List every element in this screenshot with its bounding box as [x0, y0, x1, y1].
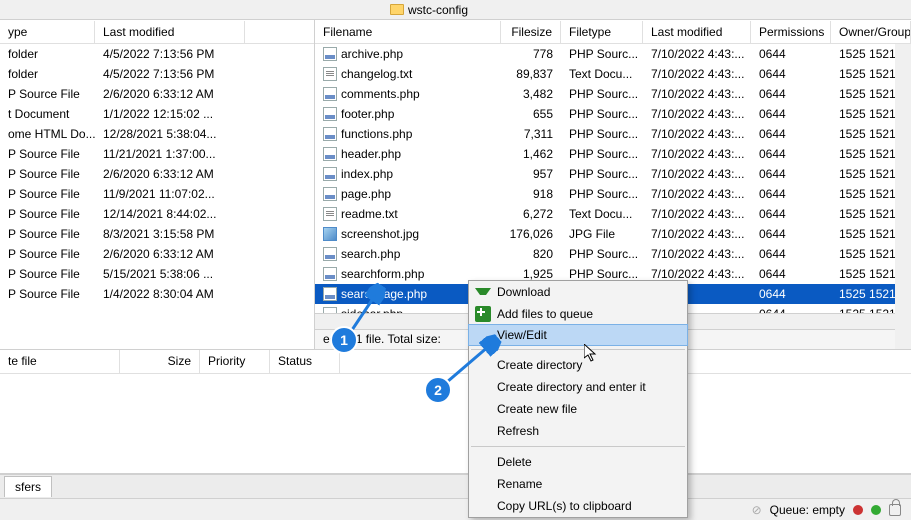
file-icon — [323, 127, 337, 141]
list-item[interactable]: ome HTML Do...12/28/2021 5:38:04... — [0, 124, 314, 144]
list-item[interactable]: P Source File12/14/2021 8:44:02... — [0, 204, 314, 224]
menu-delete[interactable]: Delete — [469, 451, 687, 473]
local-rows[interactable]: folder4/5/2022 7:13:56 PMfolder4/5/2022 … — [0, 44, 314, 349]
file-icon — [323, 287, 337, 301]
queue-status: Queue: empty — [770, 503, 845, 517]
file-icon — [323, 87, 337, 101]
file-icon — [323, 267, 337, 281]
list-item[interactable]: P Source File2/6/2020 6:33:12 AM — [0, 244, 314, 264]
col-last-modified[interactable]: Last modified — [643, 21, 751, 43]
table-row[interactable]: changelog.txt89,837Text Docu...7/10/2022… — [315, 64, 911, 84]
list-item[interactable]: folder4/5/2022 7:13:56 PM — [0, 64, 314, 84]
status-dot-red — [853, 505, 863, 515]
menu-refresh[interactable]: Refresh — [469, 420, 687, 442]
col-permissions[interactable]: Permissions — [751, 21, 831, 43]
col-type[interactable]: ype — [0, 21, 95, 43]
file-icon — [323, 167, 337, 181]
local-file-pane: ype Last modified folder4/5/2022 7:13:56… — [0, 20, 315, 349]
menu-separator — [471, 446, 685, 447]
remote-column-headers[interactable]: Filename Filesize Filetype Last modified… — [315, 20, 911, 44]
table-row[interactable]: index.php957PHP Sourc...7/10/2022 4:43:.… — [315, 164, 911, 184]
table-row[interactable]: readme.txt6,272Text Docu...7/10/2022 4:4… — [315, 204, 911, 224]
col-filesize[interactable]: Filesize — [501, 21, 561, 43]
context-menu: Download Add files to queue View/Edit Cr… — [468, 280, 688, 518]
table-row[interactable]: archive.php778PHP Sourc...7/10/2022 4:43… — [315, 44, 911, 64]
add-icon — [475, 306, 491, 322]
lock-icon — [889, 504, 901, 516]
folder-icon — [390, 4, 404, 15]
local-column-headers[interactable]: ype Last modified — [0, 20, 314, 44]
file-icon — [323, 147, 337, 161]
list-item[interactable]: P Source File2/6/2020 6:33:12 AM — [0, 164, 314, 184]
tab-transfers[interactable]: sfers — [4, 476, 52, 497]
list-item[interactable]: P Source File2/6/2020 6:33:12 AM — [0, 84, 314, 104]
table-row[interactable]: header.php1,462PHP Sourc...7/10/2022 4:4… — [315, 144, 911, 164]
list-item[interactable]: folder4/5/2022 7:13:56 PM — [0, 44, 314, 64]
menu-view-edit[interactable]: View/Edit — [468, 324, 688, 346]
menu-download[interactable]: Download — [469, 281, 687, 303]
menu-create-directory-enter[interactable]: Create directory and enter it — [469, 376, 687, 398]
file-icon — [323, 187, 337, 201]
col-status[interactable]: Status — [270, 350, 340, 373]
breadcrumb-label: wstc-config — [408, 3, 468, 17]
menu-create-new-file[interactable]: Create new file — [469, 398, 687, 420]
queue-status-icon: ⊘ — [752, 503, 762, 517]
table-row[interactable]: comments.php3,482PHP Sourc...7/10/2022 4… — [315, 84, 911, 104]
table-row[interactable]: search.php820PHP Sourc...7/10/2022 4:43:… — [315, 244, 911, 264]
menu-rename[interactable]: Rename — [469, 473, 687, 495]
col-filename[interactable]: Filename — [315, 21, 501, 43]
menu-create-directory[interactable]: Create directory — [469, 354, 687, 376]
list-item[interactable]: P Source File1/4/2022 8:30:04 AM — [0, 284, 314, 304]
transfer-queue-pane: te file Size Priority Status — [0, 350, 911, 474]
annotation-1: 1 — [330, 326, 358, 354]
menu-separator — [471, 349, 685, 350]
file-icon — [323, 107, 337, 121]
table-row[interactable]: functions.php7,311PHP Sourc...7/10/2022 … — [315, 124, 911, 144]
queue-headers[interactable]: te file Size Priority Status — [0, 350, 911, 374]
breadcrumb-bar: wstc-config — [0, 0, 911, 20]
file-icon — [323, 207, 337, 221]
download-icon — [475, 288, 491, 304]
file-icon — [323, 67, 337, 81]
file-icon — [323, 227, 337, 241]
bottom-tabs: sfers — [0, 474, 911, 498]
file-icon — [323, 307, 337, 313]
mouse-cursor — [584, 344, 600, 364]
statusbar: ⊘ Queue: empty — [0, 498, 911, 520]
col-priority[interactable]: Priority — [200, 350, 270, 373]
list-item[interactable]: P Source File8/3/2021 3:15:58 PM — [0, 224, 314, 244]
menu-copy-url[interactable]: Copy URL(s) to clipboard — [469, 495, 687, 517]
table-row[interactable]: screenshot.jpg176,026JPG File7/10/2022 4… — [315, 224, 911, 244]
annotation-2: 2 — [424, 376, 452, 404]
list-item[interactable]: P Source File11/9/2021 11:07:02... — [0, 184, 314, 204]
col-remote-file[interactable]: te file — [0, 350, 120, 373]
table-row[interactable]: page.php918PHP Sourc...7/10/2022 4:43:..… — [315, 184, 911, 204]
list-item[interactable]: t Document1/1/2022 12:15:02 ... — [0, 104, 314, 124]
col-owner-group[interactable]: Owner/Group — [831, 21, 911, 43]
remote-rows[interactable]: archive.php778PHP Sourc...7/10/2022 4:43… — [315, 44, 911, 313]
status-dot-green — [871, 505, 881, 515]
file-icon — [323, 47, 337, 61]
file-icon — [323, 247, 337, 261]
vertical-scrollbar[interactable] — [895, 44, 911, 349]
breadcrumb[interactable]: wstc-config — [390, 3, 468, 17]
col-size[interactable]: Size — [120, 350, 200, 373]
list-item[interactable]: P Source File11/21/2021 1:37:00... — [0, 144, 314, 164]
menu-add-to-queue[interactable]: Add files to queue — [469, 303, 687, 325]
table-row[interactable]: footer.php655PHP Sourc...7/10/2022 4:43:… — [315, 104, 911, 124]
list-item[interactable]: P Source File5/15/2021 5:38:06 ... — [0, 264, 314, 284]
col-modified[interactable]: Last modified — [95, 21, 245, 43]
col-filetype[interactable]: Filetype — [561, 21, 643, 43]
